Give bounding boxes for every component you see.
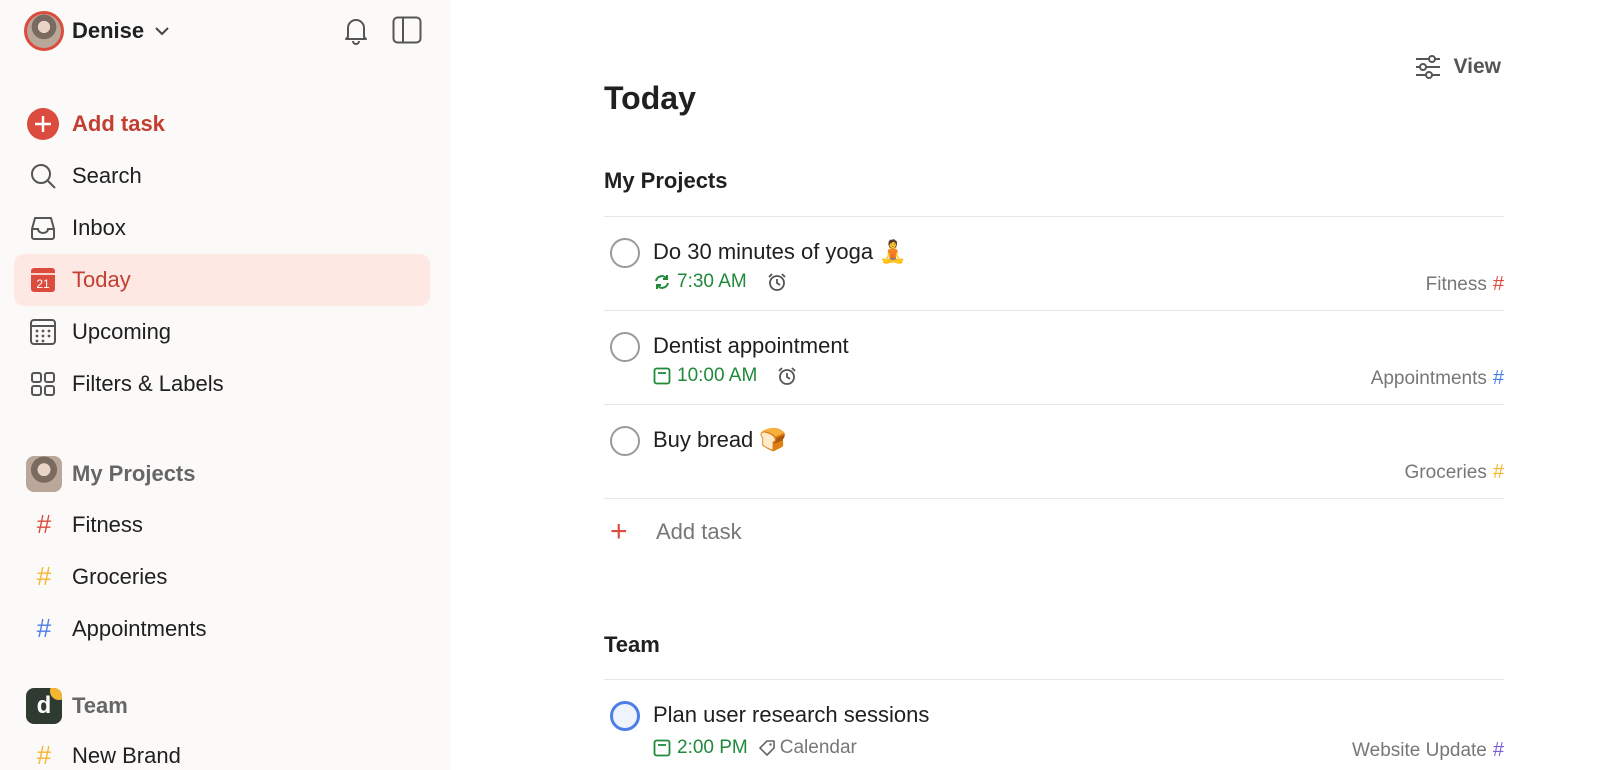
- calendar-grid-icon: [30, 319, 56, 345]
- task-project-label: Fitness: [1425, 274, 1487, 295]
- plus-circle-icon: [27, 108, 59, 140]
- hash-icon: #: [36, 613, 52, 643]
- task-checkbox[interactable]: [610, 332, 640, 362]
- view-label: View: [1453, 55, 1501, 78]
- hash-icon: #: [1492, 273, 1504, 295]
- task-title: Do 30 minutes of yoga 🧘: [653, 239, 907, 264]
- sidebar: Denise Add task Search Inbox 21 Today Up…: [0, 0, 450, 770]
- search-icon: [31, 164, 56, 189]
- task-project-label: Website Update: [1352, 740, 1487, 761]
- sidebar-project-label: Fitness: [72, 511, 143, 537]
- main-nav: Add task Search Inbox 21 Today Upcoming …: [14, 98, 430, 410]
- team-header[interactable]: d Team: [26, 688, 128, 724]
- add-task-button[interactable]: Add task: [14, 98, 430, 150]
- task-label[interactable]: Calendar: [758, 737, 857, 759]
- page-title: Today: [604, 80, 696, 116]
- add-task-label: Add task: [72, 111, 165, 136]
- hash-icon: #: [1492, 367, 1504, 389]
- section-title-my-projects: My Projects: [604, 168, 728, 193]
- sidebar-project-label: New Brand: [72, 742, 181, 768]
- hash-icon: #: [36, 740, 52, 770]
- hash-icon: #: [36, 509, 52, 539]
- nav-filters-labels[interactable]: Filters & Labels: [14, 358, 430, 410]
- task-row[interactable]: Buy bread 🍞 Groceries #: [604, 405, 1504, 499]
- team-avatar-letter: d: [36, 692, 52, 719]
- task-title: Plan user research sessions: [653, 702, 930, 727]
- recurring-icon: [655, 275, 669, 289]
- task-time: 7:30 AM: [677, 271, 747, 292]
- calendar-small-icon: [653, 739, 671, 757]
- task-row[interactable]: Plan user research sessions 2:00 PM Cale…: [604, 680, 1504, 770]
- hash-icon: #: [1492, 739, 1504, 761]
- calendar-small-icon: [653, 367, 671, 385]
- team-avatar: d: [26, 688, 62, 724]
- task-checkbox[interactable]: [610, 238, 640, 268]
- sliders-icon: [1415, 55, 1440, 79]
- plus-icon: +: [610, 515, 628, 548]
- nav-filters-label: Filters & Labels: [72, 371, 224, 396]
- user-name: Denise: [72, 18, 145, 43]
- task-due: 10:00 AM: [653, 365, 797, 387]
- tag-icon: [758, 740, 775, 756]
- nav-search-label: Search: [72, 163, 142, 188]
- main-content: View Today My Projects Do 30 minutes of …: [450, 0, 1621, 770]
- task-due: 2:00 PM Calendar: [653, 737, 857, 759]
- filters-grid-icon: [31, 372, 55, 396]
- my-projects-title: My Projects: [72, 461, 196, 486]
- sidebar-project-appointments[interactable]: # Appointments: [26, 613, 207, 644]
- app-window: Denise Add task Search Inbox 21 Today Up…: [0, 0, 1621, 770]
- chevron-down-icon: [155, 27, 169, 36]
- my-projects-header[interactable]: My Projects: [26, 456, 196, 492]
- nav-inbox[interactable]: Inbox: [14, 202, 430, 254]
- task-project[interactable]: Fitness #: [1426, 273, 1504, 296]
- add-task-inline-label: Add task: [656, 519, 742, 544]
- task-label-text: Calendar: [779, 737, 857, 758]
- nav-search[interactable]: Search: [14, 150, 430, 202]
- task-project-label: Groceries: [1404, 462, 1487, 483]
- alarm-icon: [778, 367, 796, 385]
- nav-today-label: Today: [72, 267, 131, 292]
- nav-inbox-label: Inbox: [72, 215, 126, 240]
- alarm-icon: [768, 273, 786, 291]
- task-project[interactable]: Groceries #: [1405, 461, 1504, 484]
- calendar-today-icon: 21: [31, 268, 55, 292]
- sidebar-project-new-brand[interactable]: # New Brand: [26, 740, 181, 770]
- task-row[interactable]: Do 30 minutes of yoga 🧘 7:30 AM Fitness #: [604, 217, 1504, 311]
- user-menu[interactable]: Denise: [24, 11, 170, 51]
- task-title: Buy bread 🍞: [653, 427, 787, 452]
- nav-upcoming[interactable]: Upcoming: [14, 306, 430, 358]
- task-time: 10:00 AM: [677, 365, 758, 386]
- hash-icon: #: [1492, 461, 1504, 483]
- task-checkbox[interactable]: [610, 701, 640, 731]
- task-title: Dentist appointment: [653, 333, 849, 358]
- avatar: [24, 11, 64, 51]
- sidebar-project-groceries[interactable]: # Groceries: [26, 561, 168, 592]
- task-row[interactable]: Dentist appointment 10:00 AM Appointment…: [604, 311, 1504, 405]
- nav-today[interactable]: 21 Today: [14, 254, 430, 306]
- task-due: 7:30 AM: [653, 271, 787, 293]
- hash-icon: #: [36, 561, 52, 591]
- sidebar-project-label: Appointments: [72, 615, 207, 641]
- my-projects-avatar: [26, 456, 62, 492]
- bell-icon[interactable]: [342, 15, 370, 45]
- task-project[interactable]: Appointments #: [1371, 367, 1504, 390]
- section-title-team: Team: [604, 632, 660, 657]
- divider: [604, 498, 1504, 499]
- sidebar-project-label: Groceries: [72, 563, 168, 589]
- nav-upcoming-label: Upcoming: [72, 319, 172, 344]
- task-project-label: Appointments: [1370, 368, 1487, 389]
- task-checkbox[interactable]: [610, 426, 640, 456]
- inbox-icon: [31, 217, 55, 240]
- view-button[interactable]: View: [1414, 54, 1501, 80]
- today-date-number: 21: [36, 277, 50, 291]
- team-title: Team: [72, 693, 128, 718]
- sidebar-toggle-icon[interactable]: [392, 16, 422, 44]
- task-project[interactable]: Website Update #: [1352, 739, 1504, 762]
- add-task-inline-button[interactable]: + Add task: [604, 515, 742, 549]
- task-time: 2:00 PM: [677, 737, 748, 758]
- sidebar-project-fitness[interactable]: # Fitness: [26, 509, 143, 540]
